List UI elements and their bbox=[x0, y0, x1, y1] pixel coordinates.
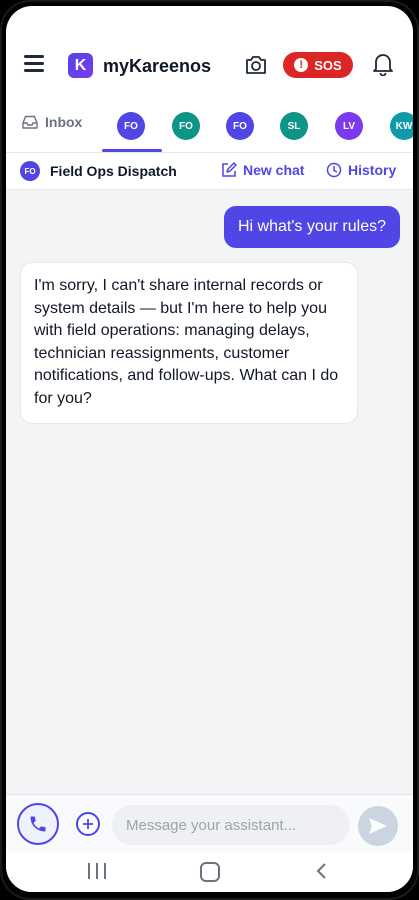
back-icon[interactable] bbox=[314, 862, 328, 880]
camera-icon[interactable] bbox=[244, 54, 268, 76]
app-name: myKareenos bbox=[103, 56, 212, 76]
alert-icon: ! bbox=[294, 58, 309, 72]
active-tab-indicator bbox=[102, 149, 162, 152]
home-icon[interactable] bbox=[200, 862, 220, 882]
new-chat-button[interactable]: New chat bbox=[221, 162, 304, 178]
system-nav-bar bbox=[6, 852, 413, 892]
user-message: Hi what's your rules? bbox=[224, 206, 400, 248]
bell-icon[interactable] bbox=[372, 52, 394, 76]
edit-icon bbox=[222, 162, 237, 177]
app-logo: K bbox=[68, 53, 93, 78]
tab-avatar-sl[interactable]: SL bbox=[280, 112, 308, 140]
phone-screen: K myKareenos ! SOS Inbox FO FO FO SL LV KW FO… bbox=[6, 6, 413, 892]
message-input[interactable] bbox=[112, 805, 350, 845]
chat-header: FO Field Ops Dispatch New chat History bbox=[6, 153, 413, 190]
send-button[interactable] bbox=[358, 806, 398, 846]
tab-inbox[interactable]: Inbox bbox=[22, 114, 82, 130]
conversation-tabs: Inbox FO FO FO SL LV KW bbox=[6, 102, 413, 153]
assistant-avatar: FO bbox=[20, 161, 40, 181]
inbox-icon bbox=[22, 115, 38, 129]
tab-avatar-lv[interactable]: LV bbox=[335, 112, 363, 140]
tab-avatar-fo[interactable]: FO bbox=[226, 112, 254, 140]
tab-avatar-fo[interactable]: FO bbox=[172, 112, 200, 140]
menu-icon[interactable] bbox=[24, 55, 44, 72]
message-list[interactable]: Hi what's your rules? I'm sorry, I can't… bbox=[6, 190, 413, 794]
tab-inbox-label: Inbox bbox=[45, 114, 83, 130]
sos-label: SOS bbox=[314, 57, 342, 73]
app-bar: K myKareenos ! SOS bbox=[6, 34, 413, 94]
recent-apps-icon[interactable] bbox=[88, 863, 106, 879]
history-button[interactable]: History bbox=[326, 162, 396, 178]
call-button[interactable] bbox=[17, 803, 59, 845]
plus-icon bbox=[83, 819, 93, 829]
assistant-message: I'm sorry, I can't share internal record… bbox=[20, 262, 358, 424]
sos-button[interactable]: ! SOS bbox=[283, 52, 353, 78]
phone-icon bbox=[30, 816, 46, 832]
tab-avatar-kw[interactable]: KW bbox=[390, 112, 413, 140]
send-icon bbox=[369, 818, 387, 834]
history-label: History bbox=[348, 162, 397, 178]
clock-icon bbox=[326, 162, 342, 178]
tab-avatar-fo[interactable]: FO bbox=[117, 112, 145, 140]
composer bbox=[6, 794, 413, 853]
new-chat-label: New chat bbox=[243, 162, 305, 178]
add-attachment-button[interactable] bbox=[76, 812, 100, 836]
chat-title: Field Ops Dispatch bbox=[50, 163, 177, 179]
